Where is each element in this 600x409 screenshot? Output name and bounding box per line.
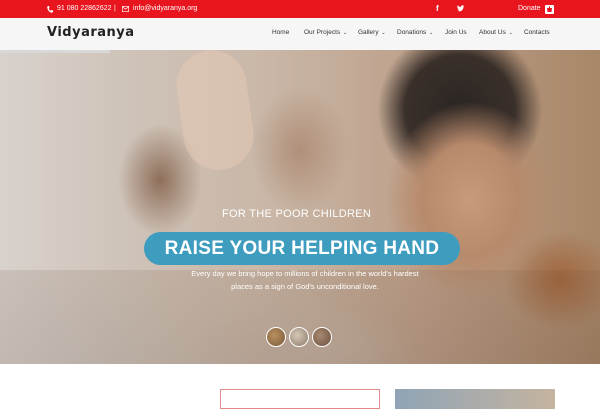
phone-contact[interactable]: 91 080 22862622 [47, 3, 112, 15]
top-bar: 91 080 22862622 | info@vidyaranya.org f … [0, 0, 600, 18]
chevron-down-icon: ⌄ [381, 30, 386, 36]
donate-label: Donate [518, 5, 541, 12]
nav-about-us[interactable]: About Us ⌄ [479, 29, 513, 36]
content-card [220, 389, 380, 409]
nav-donations-label: Donations [397, 29, 427, 36]
nav-gallery-label: Gallery [358, 29, 379, 36]
phone-number: 91 080 22862622 [57, 5, 112, 12]
phone-icon [47, 5, 53, 13]
nav-join-us[interactable]: Join Us [445, 29, 467, 36]
nav-gallery[interactable]: Gallery ⌄ [358, 29, 386, 36]
nav-home-label: Home [272, 29, 290, 36]
hero-slider[interactable]: FOR THE POOR CHILDREN RAISE YOUR HELPING… [0, 50, 600, 364]
slide-thumb-3[interactable] [312, 327, 332, 347]
hero-description: Every day we bring hope to millions of c… [191, 269, 419, 291]
slider-thumbnails [266, 327, 332, 347]
donate-link[interactable]: Donate [518, 3, 554, 15]
nav-our-projects[interactable]: Our Projects ⌄ [304, 29, 347, 36]
chevron-down-icon: ⌄ [508, 30, 513, 36]
nav-our-projects-label: Our Projects [304, 29, 341, 36]
hero-title-banner: RAISE YOUR HELPING HAND [144, 232, 460, 265]
nav-active-indicator [0, 50, 110, 53]
nav-contacts-label: Contacts [524, 29, 550, 36]
slide-thumb-1[interactable] [266, 327, 286, 347]
twitter-icon[interactable] [456, 3, 464, 15]
chevron-down-icon: ⌄ [342, 30, 348, 36]
hero-subtitle: FOR THE POOR CHILDREN [222, 208, 372, 220]
main-navbar: Vidyaranya Home Our Projects ⌄ Gallery ⌄… [0, 18, 600, 51]
hero-image [171, 50, 259, 175]
email-icon [122, 6, 129, 12]
content-image [395, 389, 555, 409]
email-contact[interactable]: info@vidyaranya.org [122, 3, 197, 15]
nav-join-us-label: Join Us [445, 29, 467, 36]
nav-home[interactable]: Home [272, 29, 289, 36]
donate-icon [544, 4, 554, 14]
slide-thumb-2[interactable] [289, 327, 309, 347]
hero-title: RAISE YOUR HELPING HAND [164, 237, 440, 259]
chevron-down-icon: ⌄ [429, 30, 434, 36]
topbar-separator: | [114, 5, 116, 12]
nav-about-us-label: About Us [479, 29, 506, 36]
email-address: info@vidyaranya.org [133, 5, 198, 12]
nav-donations[interactable]: Donations ⌄ [397, 29, 433, 36]
site-logo[interactable]: Vidyaranya [47, 25, 135, 40]
nav-contacts[interactable]: Contacts [524, 29, 550, 36]
facebook-icon[interactable]: f [436, 3, 439, 15]
